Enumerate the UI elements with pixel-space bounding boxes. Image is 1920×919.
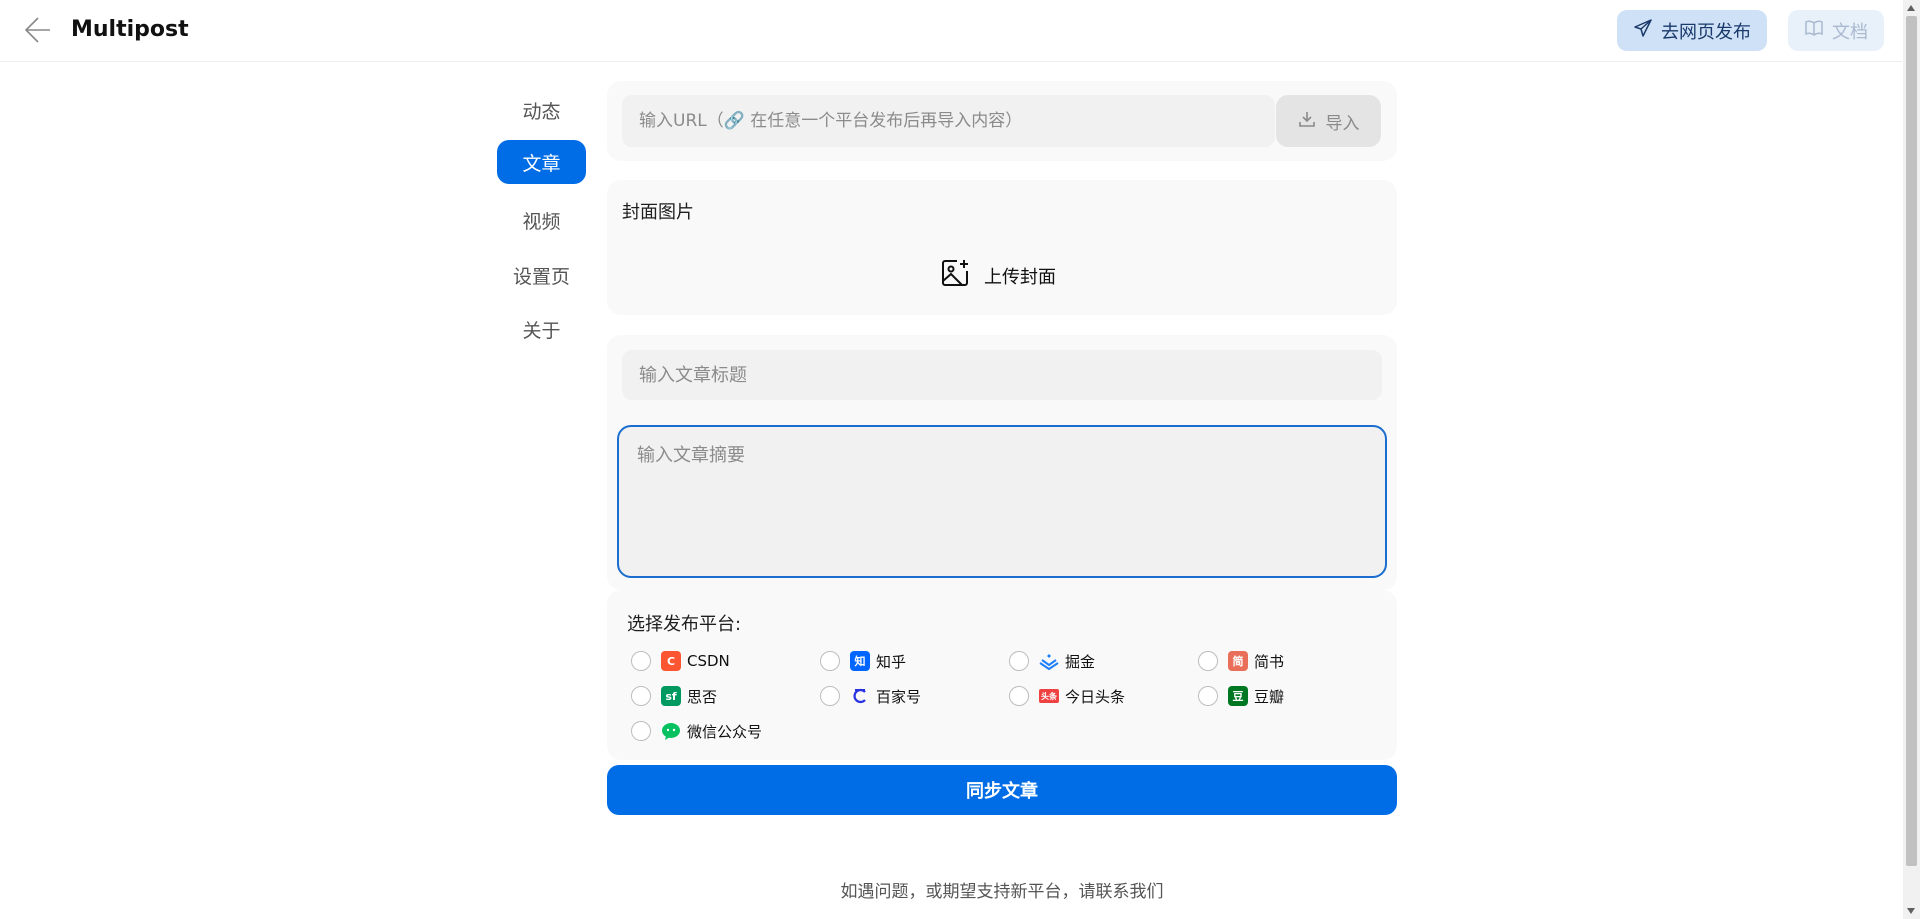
wechat-icon xyxy=(661,721,681,741)
platform-checkbox[interactable] xyxy=(1009,686,1029,706)
publish-web-button[interactable]: 去网页发布 xyxy=(1617,10,1767,51)
upload-cover-label: 上传封面 xyxy=(984,266,1056,288)
docs-button[interactable]: 文档 xyxy=(1788,10,1884,51)
platform-option-zhihu[interactable]: 知 知乎 xyxy=(820,649,906,673)
import-button[interactable]: 导入 xyxy=(1276,95,1381,147)
toutiao-icon: 头条 xyxy=(1039,689,1059,703)
sidebar-item-feed[interactable]: 动态 xyxy=(497,88,586,132)
platform-name: 豆瓣 xyxy=(1254,687,1285,706)
scroll-thumb[interactable] xyxy=(1906,16,1917,866)
platform-checkbox[interactable] xyxy=(631,651,651,671)
cover-card: 封面图片 上传封面 xyxy=(607,180,1397,315)
platform-name: 知乎 xyxy=(876,652,907,671)
download-icon xyxy=(1298,110,1316,133)
platform-option-csdn[interactable]: C CSDN xyxy=(631,649,730,673)
jianshu-icon: 简 xyxy=(1228,651,1248,671)
article-content-card xyxy=(607,335,1397,590)
platform-checkbox[interactable] xyxy=(820,686,840,706)
platform-option-wechat[interactable]: 微信公众号 xyxy=(631,719,762,743)
upload-cover-button[interactable]: 上传封面 xyxy=(940,258,1056,293)
baijiahao-icon xyxy=(850,686,870,706)
platform-name: CSDN xyxy=(687,652,730,670)
segmentfault-icon: sf xyxy=(661,686,681,706)
platform-checkbox[interactable] xyxy=(631,721,651,741)
back-arrow-icon[interactable] xyxy=(22,14,54,46)
csdn-icon: C xyxy=(661,651,681,671)
platform-checkbox[interactable] xyxy=(1009,651,1029,671)
app-header: Multipost 去网页发布 文档 xyxy=(0,0,1902,62)
scroll-down-arrow[interactable] xyxy=(1907,908,1915,914)
platform-name: 思否 xyxy=(687,687,718,706)
sidebar-item-about[interactable]: 关于 xyxy=(497,307,586,351)
platform-name: 百家号 xyxy=(876,687,922,706)
platform-checkbox[interactable] xyxy=(1198,651,1218,671)
platform-name: 今日头条 xyxy=(1065,687,1126,706)
platform-option-toutiao[interactable]: 头条 今日头条 xyxy=(1009,684,1125,708)
platform-card: 选择发布平台: C CSDN 知 知乎 掘金 简 简书 sf 思否 百家号 头条… xyxy=(607,590,1397,760)
article-title-input[interactable] xyxy=(622,350,1382,400)
send-icon xyxy=(1633,18,1653,43)
article-summary-input[interactable] xyxy=(617,425,1387,578)
platform-option-segmentfault[interactable]: sf 思否 xyxy=(631,684,717,708)
platform-name: 简书 xyxy=(1254,652,1285,671)
sidebar-item-settings[interactable]: 设置页 xyxy=(497,253,586,297)
publish-web-label: 去网页发布 xyxy=(1661,21,1751,43)
url-input[interactable] xyxy=(622,95,1275,147)
footer-contact-text: 如遇问题，或期望支持新平台，请联系我们 xyxy=(840,882,1164,902)
platform-select-label: 选择发布平台: xyxy=(627,614,742,635)
platform-option-jianshu[interactable]: 简 简书 xyxy=(1198,649,1284,673)
zhihu-icon: 知 xyxy=(850,651,870,671)
sidebar-item-video[interactable]: 视频 xyxy=(497,198,586,242)
cover-label: 封面图片 xyxy=(622,202,694,223)
scroll-up-arrow[interactable] xyxy=(1907,5,1915,11)
app-title: Multipost xyxy=(71,17,189,42)
platform-checkbox[interactable] xyxy=(631,686,651,706)
juejin-icon xyxy=(1039,651,1059,671)
platform-checkbox[interactable] xyxy=(820,651,840,671)
docs-label: 文档 xyxy=(1832,21,1868,43)
platform-checkbox[interactable] xyxy=(1198,686,1218,706)
platform-name: 掘金 xyxy=(1065,652,1096,671)
sidebar-item-article[interactable]: 文章 xyxy=(497,140,586,184)
import-label: 导入 xyxy=(1325,113,1360,134)
platform-option-juejin[interactable]: 掘金 xyxy=(1009,649,1095,673)
douban-icon: 豆 xyxy=(1228,686,1248,706)
book-open-icon xyxy=(1804,18,1824,43)
sync-article-button[interactable]: 同步文章 xyxy=(607,765,1397,815)
page-scrollbar[interactable] xyxy=(1903,0,1920,919)
platform-option-baijiahao[interactable]: 百家号 xyxy=(820,684,921,708)
image-plus-icon xyxy=(940,258,970,293)
platform-option-douban[interactable]: 豆 豆瓣 xyxy=(1198,684,1284,708)
platform-name: 微信公众号 xyxy=(687,722,763,741)
import-card: 导入 xyxy=(607,81,1397,161)
